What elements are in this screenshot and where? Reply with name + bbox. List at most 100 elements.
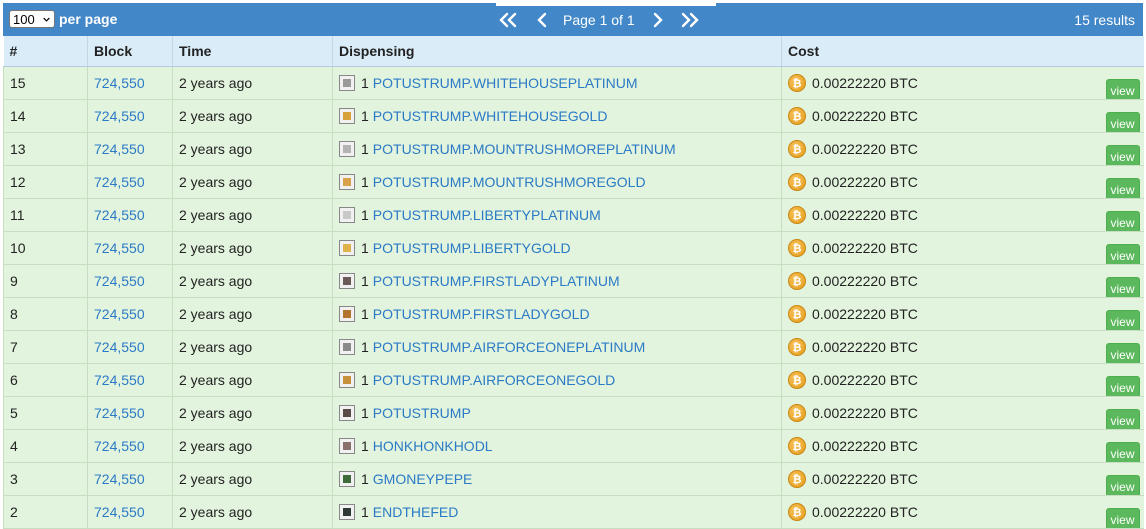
time-cell: 2 years ago	[172, 99, 333, 133]
view-button[interactable]: view	[1105, 376, 1140, 396]
page-indicator: Page 1 of 1	[563, 12, 635, 28]
cost-cell: ₿ 0.00222220 BTC view	[781, 330, 1144, 364]
asset-link[interactable]: POTUSTRUMP.LIBERTYPLATINUM	[373, 207, 601, 223]
block-link[interactable]: 724,550	[94, 339, 145, 355]
view-button[interactable]: view	[1105, 277, 1140, 297]
first-page-button[interactable]	[497, 9, 519, 31]
view-button[interactable]: view	[1105, 508, 1140, 528]
block-link[interactable]: 724,550	[94, 141, 145, 157]
cost-cell: ₿ 0.00222220 BTC view	[781, 132, 1144, 166]
time-text: 2 years ago	[179, 174, 253, 190]
view-button[interactable]: view	[1105, 475, 1140, 495]
block-cell: 724,550	[87, 330, 173, 364]
asset-quantity: 1	[361, 273, 369, 289]
bitcoin-icon: ₿	[788, 305, 806, 323]
last-page-button[interactable]	[679, 9, 701, 31]
asset-link[interactable]: POTUSTRUMP.AIRFORCEONEPLATINUM	[373, 339, 646, 355]
view-button[interactable]: view	[1105, 211, 1140, 231]
time-cell: 2 years ago	[172, 231, 333, 265]
asset-link[interactable]: POTUSTRUMP.FIRSTLADYPLATINUM	[373, 273, 620, 289]
row-number-text: 2	[10, 504, 18, 520]
dispensing-cell: 1 POTUSTRUMP.AIRFORCEONEGOLD	[332, 363, 782, 397]
time-cell: 2 years ago	[172, 330, 333, 364]
honkhonkhodl-icon	[339, 438, 355, 454]
column-header-number[interactable]: #	[3, 36, 88, 67]
block-link[interactable]: 724,550	[94, 207, 145, 223]
dispenses-table: # Block Time Dispensing Cost 15 724,550 2 …	[3, 36, 1144, 529]
asset-link[interactable]: HONKHONKHODL	[373, 438, 493, 454]
view-button[interactable]: view	[1105, 442, 1140, 462]
block-cell: 724,550	[87, 297, 173, 331]
block-cell: 724,550	[87, 165, 173, 199]
cost-cell: ₿ 0.00222220 BTC view	[781, 396, 1144, 430]
time-cell: 2 years ago	[172, 495, 333, 529]
asset-link[interactable]: POTUSTRUMP.MOUNTRUSHMOREPLATINUM	[373, 141, 676, 157]
next-page-button[interactable]	[647, 9, 669, 31]
block-link[interactable]: 724,550	[94, 273, 145, 289]
view-button[interactable]: view	[1105, 79, 1140, 99]
block-link[interactable]: 724,550	[94, 174, 145, 190]
block-cell: 724,550	[87, 264, 173, 298]
block-link[interactable]: 724,550	[94, 306, 145, 322]
asset-quantity: 1	[361, 306, 369, 322]
cost-text: 0.00222220 BTC	[812, 174, 918, 190]
cost-cell: ₿ 0.00222220 BTC view	[781, 165, 1144, 199]
dispensing-cell: 1 POTUSTRUMP.FIRSTLADYGOLD	[332, 297, 782, 331]
cost-text: 0.00222220 BTC	[812, 405, 918, 421]
bitcoin-icon: ₿	[788, 107, 806, 125]
asset-link[interactable]: ENDTHEFED	[373, 504, 459, 520]
view-button[interactable]: view	[1105, 145, 1140, 165]
asset-link[interactable]: POTUSTRUMP.MOUNTRUSHMOREGOLD	[373, 174, 646, 190]
block-link[interactable]: 724,550	[94, 372, 145, 388]
asset-link[interactable]: POTUSTRUMP.LIBERTYGOLD	[373, 240, 571, 256]
per-page-select[interactable]: 100	[9, 10, 55, 28]
view-button[interactable]: view	[1105, 409, 1140, 429]
block-link[interactable]: 724,550	[94, 108, 145, 124]
column-header-block[interactable]: Block	[87, 36, 173, 67]
asset-quantity: 1	[361, 471, 369, 487]
liberty-platinum-icon	[339, 207, 355, 223]
asset-link[interactable]: POTUSTRUMP.AIRFORCEONEGOLD	[373, 372, 615, 388]
asset-link[interactable]: POTUSTRUMP.WHITEHOUSEGOLD	[373, 108, 608, 124]
asset-quantity: 1	[361, 504, 369, 520]
asset-link[interactable]: POTUSTRUMP.FIRSTLADYGOLD	[373, 306, 590, 322]
prev-page-button[interactable]	[531, 9, 553, 31]
bitcoin-icon: ₿	[788, 338, 806, 356]
block-link[interactable]: 724,550	[94, 438, 145, 454]
bitcoin-icon: ₿	[788, 371, 806, 389]
asset-link[interactable]: POTUSTRUMP.WHITEHOUSEPLATINUM	[373, 75, 638, 91]
table-row: 11 724,550 2 years ago 1 POTUSTRUMP.LIBERTYP…	[3, 198, 1144, 232]
view-button[interactable]: view	[1105, 244, 1140, 264]
time-cell: 2 years ago	[172, 429, 333, 463]
cost-text: 0.00222220 BTC	[812, 141, 918, 157]
table-row: 4 724,550 2 years ago 1 HONKHONKHODL ₿ 0.00222…	[3, 429, 1144, 463]
asset-link[interactable]: POTUSTRUMP	[373, 405, 471, 421]
time-text: 2 years ago	[179, 75, 253, 91]
column-header-dispensing[interactable]: Dispensing	[332, 36, 782, 67]
cost-cell: ₿ 0.00222220 BTC view	[781, 198, 1144, 232]
column-header-cost[interactable]: Cost	[781, 36, 1144, 67]
asset-quantity: 1	[361, 405, 369, 421]
view-button[interactable]: view	[1105, 178, 1140, 198]
view-button[interactable]: view	[1105, 112, 1140, 132]
block-link[interactable]: 724,550	[94, 504, 145, 520]
time-cell: 2 years ago	[172, 132, 333, 166]
cost-cell: ₿ 0.00222220 BTC view	[781, 297, 1144, 331]
cost-text: 0.00222220 BTC	[812, 438, 918, 454]
dispensing-cell: 1 POTUSTRUMP.MOUNTRUSHMOREGOLD	[332, 165, 782, 199]
row-number-text: 11	[10, 207, 25, 223]
time-text: 2 years ago	[179, 108, 253, 124]
asset-link[interactable]: GMONEYPEPE	[373, 471, 473, 487]
whitehouse-gold-icon	[339, 108, 355, 124]
block-link[interactable]: 724,550	[94, 471, 145, 487]
mountrushmore-platinum-icon	[339, 141, 355, 157]
block-link[interactable]: 724,550	[94, 75, 145, 91]
block-link[interactable]: 724,550	[94, 405, 145, 421]
block-link[interactable]: 724,550	[94, 240, 145, 256]
column-header-time[interactable]: Time	[172, 36, 333, 67]
view-button[interactable]: view	[1105, 343, 1140, 363]
dispensing-cell: 1 POTUSTRUMP.FIRSTLADYPLATINUM	[332, 264, 782, 298]
dispensing-cell: 1 POTUSTRUMP.WHITEHOUSEPLATINUM	[332, 66, 782, 100]
view-button[interactable]: view	[1105, 310, 1140, 330]
time-text: 2 years ago	[179, 438, 253, 454]
